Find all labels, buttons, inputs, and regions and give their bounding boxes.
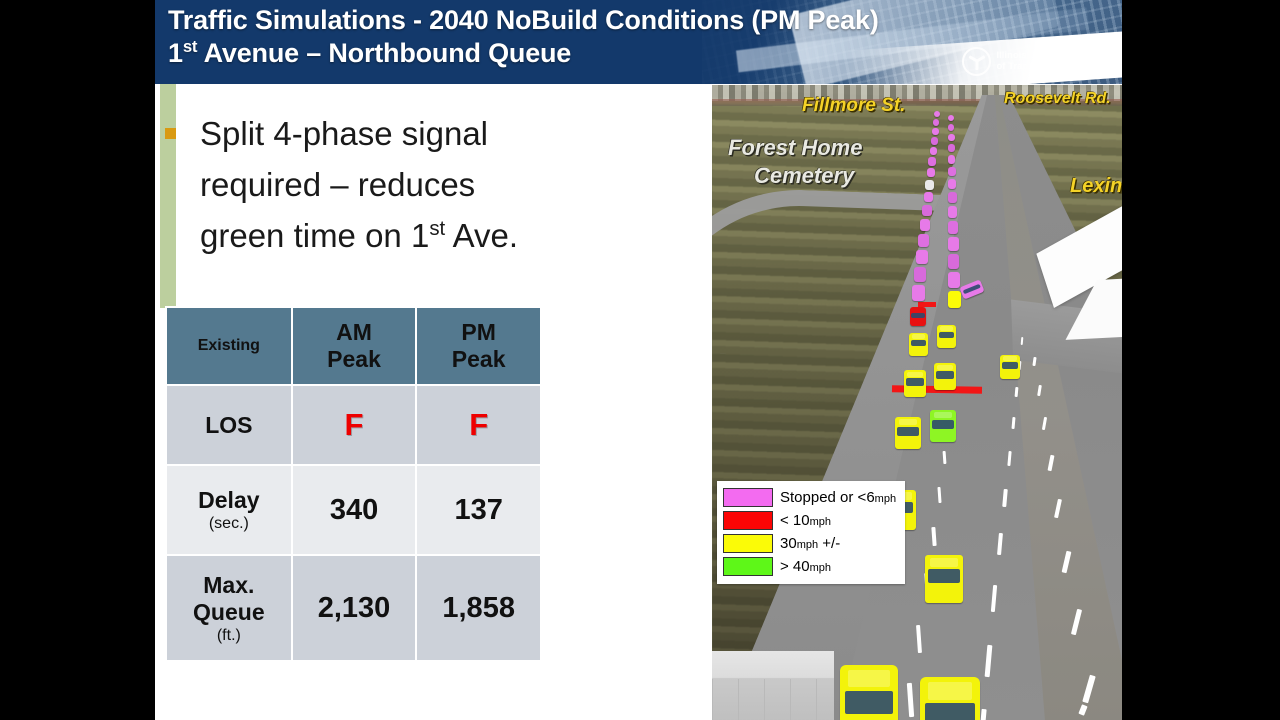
vehicle-stopped	[948, 144, 955, 152]
screenshot-stage: Traffic Simulations - 2040 NoBuild Condi…	[0, 0, 1280, 720]
street-label-fillmore: Fillmore St.	[802, 95, 906, 116]
table-row: LOS F F	[167, 386, 540, 464]
title-line-2: 1st Avenue – Northbound Queue	[168, 37, 572, 68]
vehicle-stopped	[927, 168, 935, 177]
row-unit-max-queue: (ft.)	[216, 626, 241, 644]
legend-item: 30mph +/-	[723, 532, 899, 555]
legend-label-over40: > 40mph	[780, 558, 832, 575]
ordinal-suffix: st	[429, 217, 446, 240]
vehicle-moving	[895, 417, 921, 449]
vehicle-stopped	[914, 267, 926, 282]
row-label-delay: Delay (sec.)	[167, 466, 291, 554]
vehicle-stopped	[948, 254, 959, 269]
vehicle-stopped	[931, 137, 938, 145]
bullet-text: Split 4-phase signal required – reduces …	[200, 115, 519, 254]
traffic-simulation-view: 1ST Ave	[712, 85, 1122, 720]
green-accent-bar	[160, 84, 176, 308]
vehicle-stopped	[918, 234, 929, 247]
vehicle-stopped	[948, 206, 957, 218]
illinois-dot-logo: Illinois Department of Transportation	[962, 47, 1082, 76]
vehicle-stopped	[930, 147, 937, 155]
vehicle-stopped	[922, 205, 932, 216]
legend-item: Stopped or <6mph	[723, 486, 899, 509]
vehicle-stopped	[948, 155, 955, 164]
page-title: Traffic Simulations - 2040 NoBuild Condi…	[168, 4, 968, 70]
vehicle-moving	[1000, 355, 1020, 379]
place-label-forest-home: Forest Home	[728, 135, 863, 160]
vehicle-stopped	[920, 219, 930, 231]
vehicle-stopped	[928, 157, 936, 166]
legend-item: < 10mph	[723, 509, 899, 532]
vehicle-stopped	[948, 115, 954, 121]
cell-max-queue-am: 2,130	[292, 556, 416, 660]
cell-max-queue-pm: 1,858	[417, 556, 540, 660]
vehicle-slow	[910, 307, 926, 326]
legend-label-under10: < 10mph	[780, 512, 832, 529]
vehicle-stopped	[924, 192, 933, 202]
legend-swatch-under10	[723, 511, 773, 530]
vehicle-stopped	[948, 124, 954, 131]
vehicle-moving	[920, 677, 980, 720]
vehicle-fast	[930, 410, 956, 442]
vehicle-stopped	[948, 192, 957, 203]
table-header-am-peak: AM Peak	[292, 308, 416, 384]
vehicle-stopped	[925, 180, 934, 190]
presentation-slide: Traffic Simulations - 2040 NoBuild Condi…	[155, 0, 1122, 720]
speed-legend: Stopped or <6mph < 10mph 30mph +/- > 40m…	[717, 481, 905, 584]
vehicle-stopped	[948, 134, 955, 141]
title-line-1: Traffic Simulations - 2040 NoBuild Condi…	[168, 5, 879, 35]
table-header-row: Existing AM Peak PM Peak	[167, 308, 540, 384]
vehicle-stopped	[932, 128, 939, 135]
table-row: Delay (sec.) 340 137	[167, 466, 540, 554]
cell-delay-am: 340	[292, 466, 416, 554]
vehicle-stopped	[912, 285, 925, 301]
ordinal-suffix: st	[182, 37, 198, 56]
vehicle-stopped	[948, 221, 958, 234]
vehicle-stopped	[948, 291, 961, 308]
vehicle-stopped	[933, 119, 939, 126]
row-label-max-queue: Max. Queue (ft.)	[167, 556, 291, 660]
cell-los-pm: F	[417, 386, 540, 464]
vehicle-moving	[909, 333, 928, 356]
vehicle-stopped	[934, 111, 940, 117]
vehicle-moving	[840, 665, 898, 720]
vehicle-stopped	[916, 250, 928, 264]
vehicle-moving	[925, 555, 963, 603]
idot-triskelion-icon	[962, 47, 992, 76]
row-unit-delay: (sec.)	[208, 515, 249, 532]
cell-los-am: F	[292, 386, 416, 464]
left-content-column: Split 4-phase signal required – reduces …	[155, 84, 557, 720]
street-label-roosevelt: Roosevelt Rd.	[1004, 90, 1111, 107]
vehicle-moving	[904, 370, 926, 397]
legend-label-stopped: Stopped or <6mph	[780, 489, 897, 506]
vehicle-stopped	[948, 179, 956, 189]
legend-swatch-over40	[723, 557, 773, 576]
idot-logo-text: Illinois Department of Transportation	[996, 50, 1082, 72]
bullet-square-marker	[165, 128, 176, 139]
row-label-los: LOS	[167, 386, 291, 464]
table-row: Max. Queue (ft.) 2,130 1,858	[167, 556, 540, 660]
vehicle-moving	[934, 363, 956, 390]
legend-item: > 40mph	[723, 555, 899, 578]
slide-title-banner: Traffic Simulations - 2040 NoBuild Condi…	[155, 0, 1122, 84]
cell-delay-pm: 137	[417, 466, 540, 554]
table-header-existing: Existing	[167, 308, 291, 384]
legend-swatch-30mph	[723, 534, 773, 553]
vehicle-stopped	[948, 167, 956, 176]
place-label-cemetery: Cemetery	[754, 163, 855, 188]
performance-table: Existing AM Peak PM Peak LOS F F Delay (…	[165, 306, 542, 662]
legend-swatch-stopped	[723, 488, 773, 507]
vehicle-stopped	[948, 237, 959, 251]
vehicle-stopped	[948, 272, 960, 288]
street-label-lexington: Lexington St.	[1070, 175, 1122, 197]
table-header-pm-peak: PM Peak	[417, 308, 540, 384]
legend-label-30mph: 30mph +/-	[780, 535, 841, 552]
vehicle-moving	[937, 325, 956, 348]
roadside-building	[712, 651, 834, 720]
